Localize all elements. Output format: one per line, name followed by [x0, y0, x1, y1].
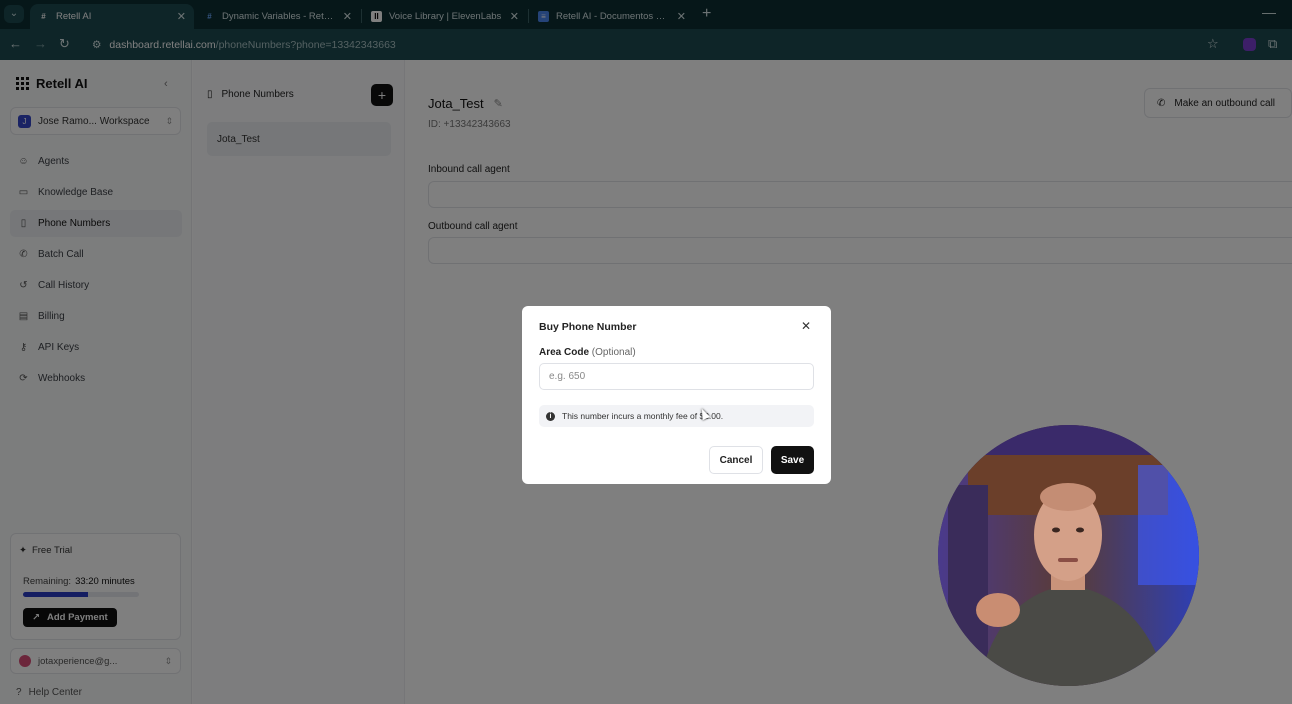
area-code-label: Area Code (Optional) — [539, 347, 636, 358]
dialog-title: Buy Phone Number — [539, 321, 637, 333]
optional-hint: (Optional) — [591, 347, 636, 358]
close-icon[interactable]: ✕ — [801, 319, 811, 333]
webcam-overlay — [938, 425, 1199, 686]
area-code-label-text: Area Code — [539, 347, 590, 358]
info-icon: i — [546, 411, 555, 421]
presenter-video-image — [938, 425, 1199, 686]
monthly-fee-notice: i This number incurs a monthly fee of $2… — [539, 405, 814, 427]
save-button[interactable]: Save — [771, 446, 814, 474]
buy-phone-number-dialog: Buy Phone Number ✕ Area Code (Optional) … — [522, 306, 831, 484]
cancel-button[interactable]: Cancel — [709, 446, 763, 474]
area-code-input[interactable] — [539, 363, 814, 390]
